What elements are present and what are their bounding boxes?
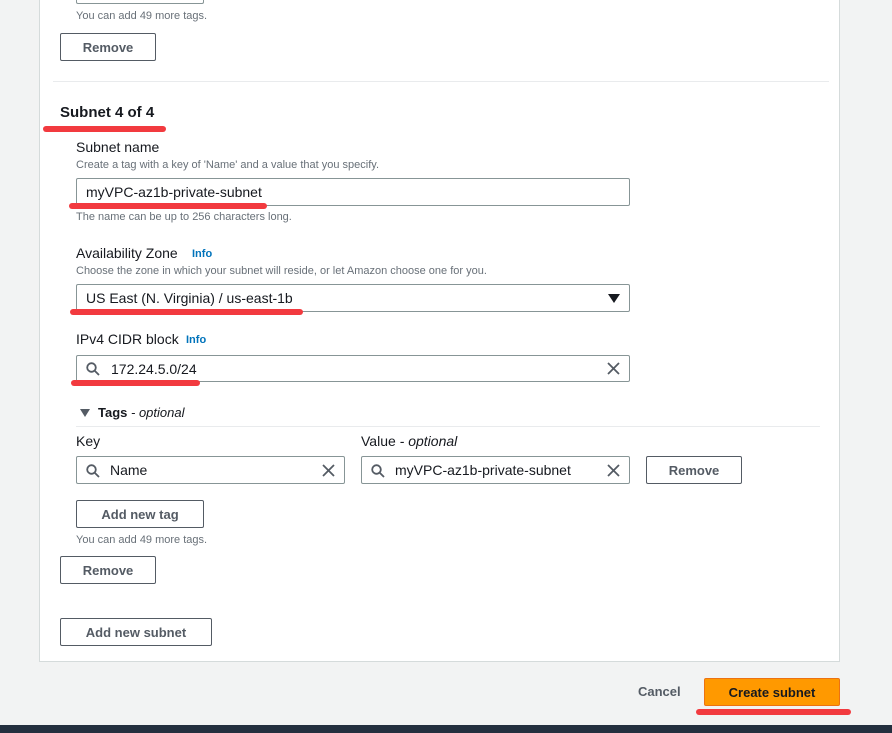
previous-input-bottom <box>76 0 204 4</box>
annotation-underline <box>69 203 267 209</box>
remove-subnet-button[interactable]: Remove <box>60 33 156 61</box>
annotation-underline <box>70 309 303 315</box>
tags-optional-label: - optional <box>131 405 185 420</box>
tag-value-header: Value <box>361 433 396 449</box>
availability-zone-select[interactable]: US East (N. Virginia) / us-east-1b <box>76 284 630 312</box>
create-subnet-label: Create subnet <box>728 684 816 700</box>
subnet-divider <box>53 81 829 82</box>
subnet-name-label: Subnet name <box>76 139 160 155</box>
subnet-name-input[interactable]: myVPC-az1b-private-subnet <box>76 178 630 206</box>
search-icon <box>86 464 100 478</box>
clear-icon[interactable] <box>607 362 620 375</box>
availability-zone-label: Availability Zone <box>76 245 178 261</box>
availability-zone-info-link[interactable]: Info <box>192 248 212 260</box>
cidr-block-input[interactable]: 172.24.5.0/24 <box>76 355 630 382</box>
tag-key-value: Name <box>110 462 148 478</box>
annotation-underline <box>43 126 166 132</box>
availability-zone-value: US East (N. Virginia) / us-east-1b <box>86 290 293 306</box>
cidr-block-info-link[interactable]: Info <box>186 334 206 346</box>
subnet-heading: Subnet 4 of 4 <box>60 104 155 121</box>
add-new-tag-button[interactable]: Add new tag <box>76 500 204 528</box>
cancel-button[interactable]: Cancel <box>638 684 681 699</box>
cidr-block-value: 172.24.5.0/24 <box>111 360 197 377</box>
subnet-name-value: myVPC-az1b-private-subnet <box>86 184 262 200</box>
bottom-bar <box>0 725 892 733</box>
remove-tag-button[interactable]: Remove <box>646 456 742 484</box>
tags-divider <box>76 426 820 427</box>
availability-zone-description: Choose the zone in which your subnet wil… <box>76 265 487 277</box>
tags-remaining-hint: You can add 49 more tags. <box>76 10 208 22</box>
search-icon <box>86 362 100 376</box>
annotation-underline <box>71 380 200 386</box>
tags-remaining-hint: You can add 49 more tags. <box>76 534 208 546</box>
clear-icon[interactable] <box>607 464 620 477</box>
tag-key-input[interactable]: Name <box>76 456 345 484</box>
expand-caret-icon <box>80 408 90 417</box>
annotation-underline <box>696 709 851 715</box>
tag-key-header: Key <box>76 433 101 449</box>
add-new-subnet-button[interactable]: Add new subnet <box>60 618 212 646</box>
dropdown-caret-icon <box>608 294 620 303</box>
search-icon <box>371 464 385 478</box>
tag-value-value: myVPC-az1b-private-subnet <box>395 462 571 478</box>
cidr-block-label: IPv4 CIDR block <box>76 331 179 347</box>
tag-value-optional: - optional <box>399 433 458 449</box>
tags-expander-label: Tags <box>98 405 128 420</box>
remove-subnet-button[interactable]: Remove <box>60 556 156 584</box>
tags-expander[interactable]: Tags - optional <box>80 405 185 420</box>
clear-icon[interactable] <box>322 464 335 477</box>
create-subnet-button[interactable]: Create subnet <box>704 678 840 706</box>
subnet-name-hint: The name can be up to 256 characters lon… <box>76 211 292 223</box>
subnet-name-description: Create a tag with a key of 'Name' and a … <box>76 159 379 171</box>
tag-value-input[interactable]: myVPC-az1b-private-subnet <box>361 456 630 484</box>
